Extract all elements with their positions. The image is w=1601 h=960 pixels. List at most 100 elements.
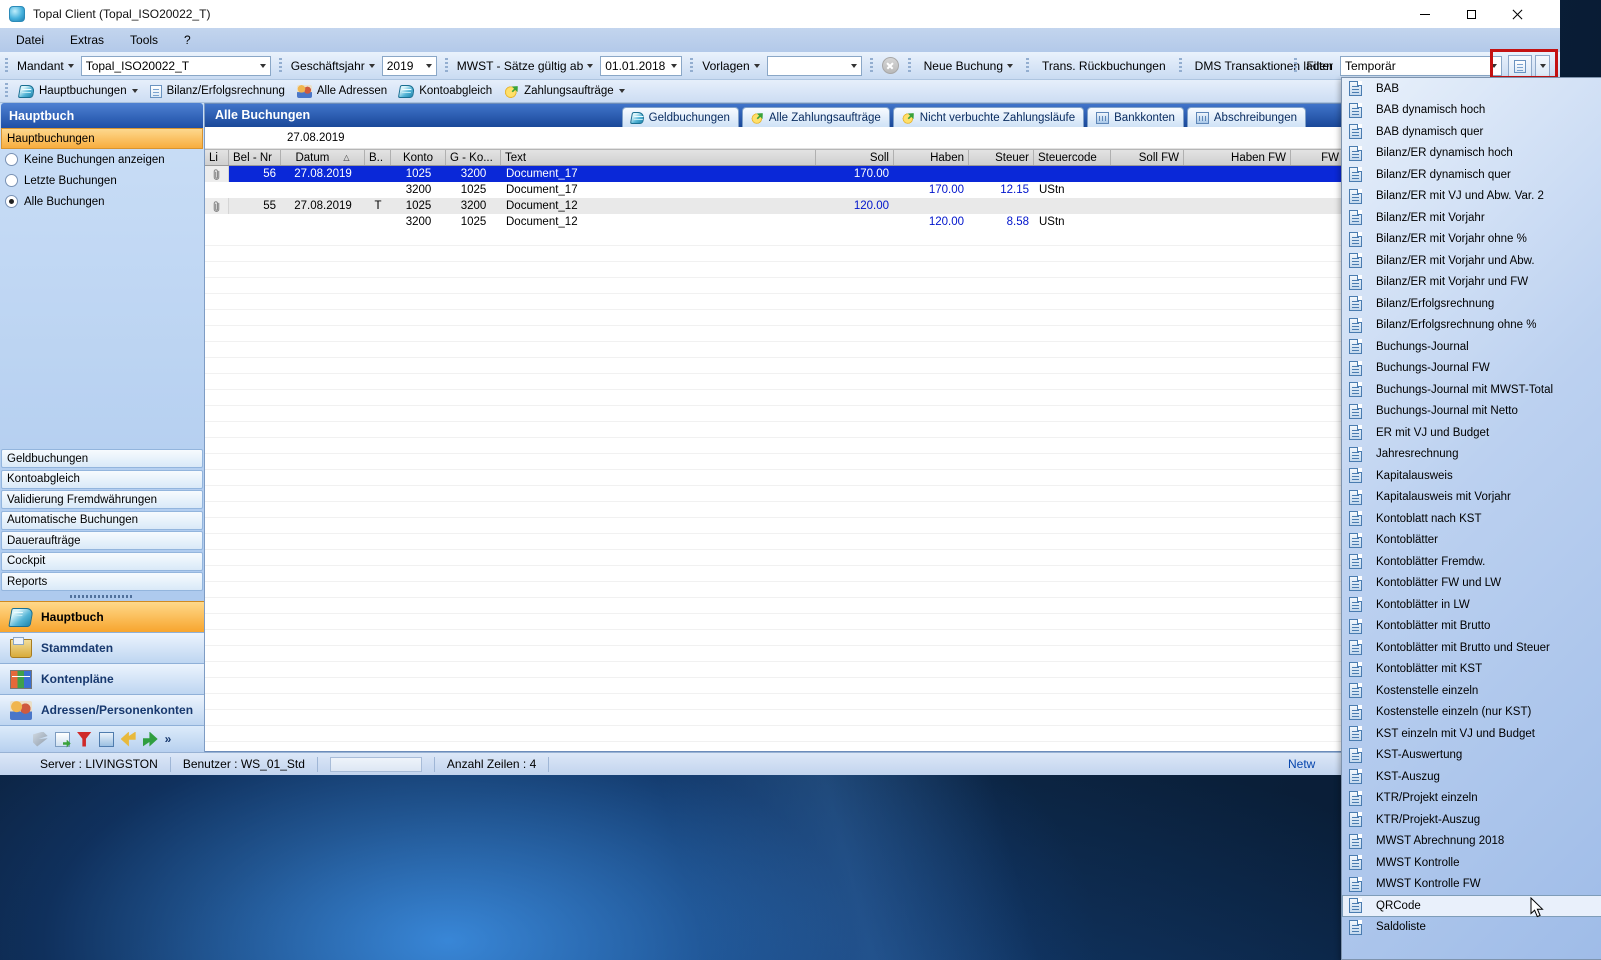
nav-kontenplaene[interactable]: Kontenpläne	[0, 663, 204, 694]
toolbar-grip[interactable]	[279, 58, 282, 74]
report-template-item[interactable]: Kontoblätter Fremdw.	[1342, 551, 1601, 573]
report-template-item[interactable]: KST-Auszug	[1342, 766, 1601, 788]
toolbar-grip[interactable]	[1179, 58, 1182, 74]
report-template-item[interactable]: Bilanz/ER mit Vorjahr und FW	[1342, 272, 1601, 294]
report-template-item[interactable]: MWST Abrechnung 2018	[1342, 831, 1601, 853]
report-template-item[interactable]: Buchungs-Journal mit Netto	[1342, 401, 1601, 423]
report-template-item[interactable]: BAB dynamisch hoch	[1342, 100, 1601, 122]
report-template-item[interactable]: Kapitalausweis mit Vorjahr	[1342, 487, 1601, 509]
ribbon-hauptbuchungen[interactable]: Hauptbuchungen	[13, 85, 144, 98]
sidebar-splitter[interactable]	[0, 592, 204, 601]
filter-combobox[interactable]: Temporär	[1340, 56, 1502, 76]
sidebar-button[interactable]: Automatische Buchungen	[1, 511, 203, 530]
tab-abschreibungen[interactable]: Abschreibungen	[1187, 107, 1306, 127]
menu-help[interactable]: ?	[184, 33, 191, 47]
import-arrow-icon[interactable]	[121, 732, 136, 747]
toolbar-grip[interactable]	[690, 58, 693, 74]
report-template-item[interactable]: Kostenstelle einzeln	[1342, 680, 1601, 702]
toolbar-grip[interactable]	[445, 58, 448, 74]
tab-nicht-verbuchte-zahlungslaeufe[interactable]: Nicht verbuchte Zahlungsläufe	[893, 107, 1084, 127]
column-header-li[interactable]: Li	[205, 150, 229, 165]
report-template-item[interactable]: QRCode	[1342, 895, 1601, 917]
nav-adressen-personenkonten[interactable]: Adressen/Personenkonten	[0, 694, 204, 725]
more-tools-chevron[interactable]: »	[165, 733, 172, 745]
report-template-item[interactable]: KTR/Projekt-Auszug	[1342, 809, 1601, 831]
toolbar-grip[interactable]	[1294, 58, 1297, 74]
column-header-datum[interactable]: Datum△	[281, 150, 365, 165]
sidebar-button[interactable]: Reports	[1, 572, 203, 591]
report-template-item[interactable]: BAB dynamisch quer	[1342, 121, 1601, 143]
column-header-konto[interactable]: Konto	[391, 150, 446, 165]
menu-extras[interactable]: Extras	[70, 33, 104, 47]
column-header-g-konto[interactable]: G - Ko...	[446, 150, 501, 165]
report-template-item[interactable]: Saldoliste	[1342, 917, 1601, 939]
report-template-item[interactable]: Kontoblätter in LW	[1342, 594, 1601, 616]
report-template-item[interactable]: KST einzeln mit VJ und Budget	[1342, 723, 1601, 745]
trans-rueckbuchungen-button[interactable]: Trans. Rückbuchungen	[1034, 55, 1174, 77]
column-header-steuercode[interactable]: Steuercode	[1034, 150, 1111, 165]
column-header-b[interactable]: B..	[365, 150, 391, 165]
ribbon-kontoabgleich[interactable]: Kontoabgleich	[393, 85, 498, 98]
mwst-combobox[interactable]: 01.01.2018	[600, 56, 682, 76]
mandant-label[interactable]: Mandant	[17, 59, 74, 73]
mandant-combobox[interactable]: Topal_ISO20022_T	[81, 56, 271, 76]
sidebar-group-hauptbuchungen[interactable]: Hauptbuchungen	[1, 128, 203, 149]
sidebar-button[interactable]: Geldbuchungen	[1, 449, 203, 468]
report-template-item[interactable]: MWST Kontrolle FW	[1342, 874, 1601, 896]
filter-funnel-icon[interactable]	[77, 732, 92, 747]
nav-stammdaten[interactable]: Stammdaten	[0, 632, 204, 663]
report-template-item[interactable]: KST-Auswertung	[1342, 745, 1601, 767]
report-template-item[interactable]: Kontoblätter mit Brutto	[1342, 616, 1601, 638]
ribbon-alle-adressen[interactable]: Alle Adressen	[291, 85, 393, 98]
report-template-item[interactable]: Bilanz/Erfolgsrechnung ohne %	[1342, 315, 1601, 337]
report-template-item[interactable]: Kostenstelle einzeln (nur KST)	[1342, 702, 1601, 724]
report-template-item[interactable]: Kapitalausweis	[1342, 465, 1601, 487]
menu-datei[interactable]: Datei	[16, 33, 44, 47]
geschaeftsjahr-combobox[interactable]: 2019	[382, 56, 437, 76]
table-icon[interactable]	[99, 732, 114, 747]
close-button[interactable]	[1494, 0, 1540, 28]
column-header-soll[interactable]: Soll	[816, 150, 894, 165]
export-page-icon[interactable]	[55, 732, 70, 747]
report-template-item[interactable]: Bilanz/ER mit Vorjahr und Abw.	[1342, 250, 1601, 272]
menu-tools[interactable]: Tools	[130, 33, 158, 47]
report-template-item[interactable]: Kontoblatt nach KST	[1342, 508, 1601, 530]
report-template-item[interactable]: Bilanz/ER dynamisch quer	[1342, 164, 1601, 186]
export-arrow-icon[interactable]	[143, 732, 158, 747]
column-header-bel-nr[interactable]: Bel - Nr	[229, 150, 281, 165]
column-header-soll-fw[interactable]: Soll FW	[1111, 150, 1184, 165]
vorlagen-label[interactable]: Vorlagen	[702, 59, 759, 73]
geschaeftsjahr-label[interactable]: Geschäftsjahr	[291, 59, 375, 73]
toolbar-grip[interactable]	[1026, 58, 1029, 74]
report-template-item[interactable]: Jahresrechnung	[1342, 444, 1601, 466]
toolbar-grip[interactable]	[5, 58, 8, 74]
sidebar-button[interactable]: Validierung Fremdwährungen	[1, 490, 203, 509]
toolbar-grip[interactable]	[870, 58, 873, 74]
mwst-label[interactable]: MWST - Sätze gültig ab	[457, 59, 594, 73]
report-template-item[interactable]: Kontoblätter mit KST	[1342, 659, 1601, 681]
sidebar-button[interactable]: Cockpit	[1, 552, 203, 571]
report-template-item[interactable]: Bilanz/Erfolgsrechnung	[1342, 293, 1601, 315]
column-header-steuer[interactable]: Steuer	[969, 150, 1034, 165]
report-template-item[interactable]: Kontoblätter FW und LW	[1342, 573, 1601, 595]
tab-bankkonten[interactable]: Bankkonten	[1087, 107, 1184, 127]
clear-vorlage-button[interactable]	[882, 57, 899, 74]
tab-geldbuchungen[interactable]: Geldbuchungen	[622, 107, 739, 127]
column-header-text[interactable]: Text	[501, 150, 816, 165]
report-template-item[interactable]: Bilanz/ER mit VJ und Abw. Var. 2	[1342, 186, 1601, 208]
radio-alle-buchungen[interactable]: Alle Buchungen	[0, 191, 204, 212]
minimize-button[interactable]	[1402, 0, 1448, 28]
maximize-button[interactable]	[1448, 0, 1494, 28]
sidebar-button[interactable]: Kontoabgleich	[1, 470, 203, 489]
column-header-haben[interactable]: Haben	[894, 150, 969, 165]
sidebar-button[interactable]: Daueraufträge	[1, 531, 203, 550]
radio-keine-buchungen[interactable]: Keine Buchungen anzeigen	[0, 149, 204, 170]
nav-hauptbuch[interactable]: Hauptbuch	[0, 601, 204, 632]
toolbar-grip[interactable]	[5, 83, 8, 99]
sync-icon[interactable]	[33, 732, 48, 747]
report-template-item[interactable]: KTR/Projekt einzeln	[1342, 788, 1601, 810]
report-template-item[interactable]: Bilanz/ER mit Vorjahr ohne %	[1342, 229, 1601, 251]
report-template-item[interactable]: Buchungs-Journal FW	[1342, 358, 1601, 380]
report-template-item[interactable]: Buchungs-Journal	[1342, 336, 1601, 358]
toolbar-grip[interactable]	[908, 58, 911, 74]
